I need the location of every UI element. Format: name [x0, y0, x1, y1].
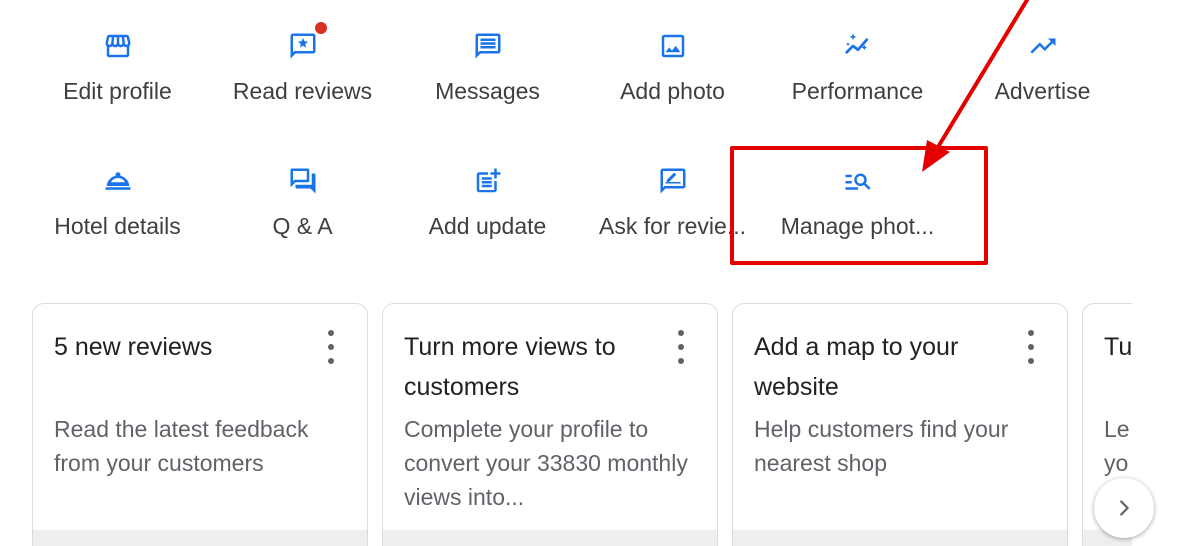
post-add-icon [472, 165, 504, 197]
carousel-next-button[interactable] [1094, 478, 1154, 538]
performance-button[interactable]: Performance [765, 30, 950, 105]
more-options-icon[interactable] [671, 330, 691, 364]
annotation-highlight-box [730, 146, 988, 265]
add-map-card[interactable]: Add a map to your website Help customers… [732, 303, 1068, 546]
chevron-right-icon [1120, 500, 1129, 516]
trending-up-icon [1027, 30, 1059, 62]
sparkle-trend-icon [842, 30, 874, 62]
action-label: Q & A [272, 213, 333, 239]
action-label: Edit profile [63, 78, 172, 104]
card-title: Add a map to your website [754, 333, 959, 401]
action-label: Add update [428, 213, 547, 239]
card-title: 5 new reviews [54, 333, 213, 361]
notification-dot [314, 22, 327, 34]
card-footer [33, 530, 367, 546]
card-footer [383, 530, 717, 546]
edit-profile-button[interactable]: Edit profile [25, 30, 210, 105]
read-reviews-button[interactable]: Read reviews [210, 22, 395, 105]
more-options-icon[interactable] [321, 330, 341, 364]
action-label: Hotel details [54, 213, 181, 239]
messages-button[interactable]: Messages [395, 30, 580, 105]
card-title: Turn more views to customers [404, 333, 616, 401]
rate-review-icon [657, 165, 689, 197]
action-label: Performance [791, 78, 924, 104]
card-footer [733, 530, 1067, 546]
card-description: Complete your profile to convert your 33… [404, 416, 688, 510]
add-photo-button[interactable]: Add photo [580, 30, 765, 105]
storefront-icon [102, 30, 134, 62]
business-profile-panel: Edit profile Read reviews Messages Add p… [0, 0, 1200, 546]
views-to-customers-card[interactable]: Turn more views to customers Complete yo… [382, 303, 718, 546]
action-label: Read reviews [232, 78, 373, 104]
action-label: Add photo [620, 78, 725, 104]
room-service-icon [102, 165, 134, 197]
star-review-icon [287, 22, 327, 62]
card-description: Read the latest feedback from your custo… [54, 416, 309, 476]
message-icon [472, 30, 504, 62]
card-description: Le yo [1104, 416, 1130, 476]
advertise-button[interactable]: Advertise [950, 30, 1135, 105]
photo-icon [657, 30, 689, 62]
forum-icon [287, 165, 319, 197]
card-description: Help customers find your nearest shop [754, 416, 1009, 476]
card-title: Tu [1104, 333, 1132, 361]
action-label: Advertise [994, 78, 1091, 104]
new-reviews-card[interactable]: 5 new reviews Read the latest feedback f… [32, 303, 368, 546]
action-label: Ask for revie... [599, 213, 746, 239]
more-options-icon[interactable] [1021, 330, 1041, 364]
hotel-details-button[interactable]: Hotel details [25, 165, 210, 240]
add-update-button[interactable]: Add update [395, 165, 580, 240]
action-label: Messages [435, 78, 540, 104]
q-and-a-button[interactable]: Q & A [210, 165, 395, 240]
